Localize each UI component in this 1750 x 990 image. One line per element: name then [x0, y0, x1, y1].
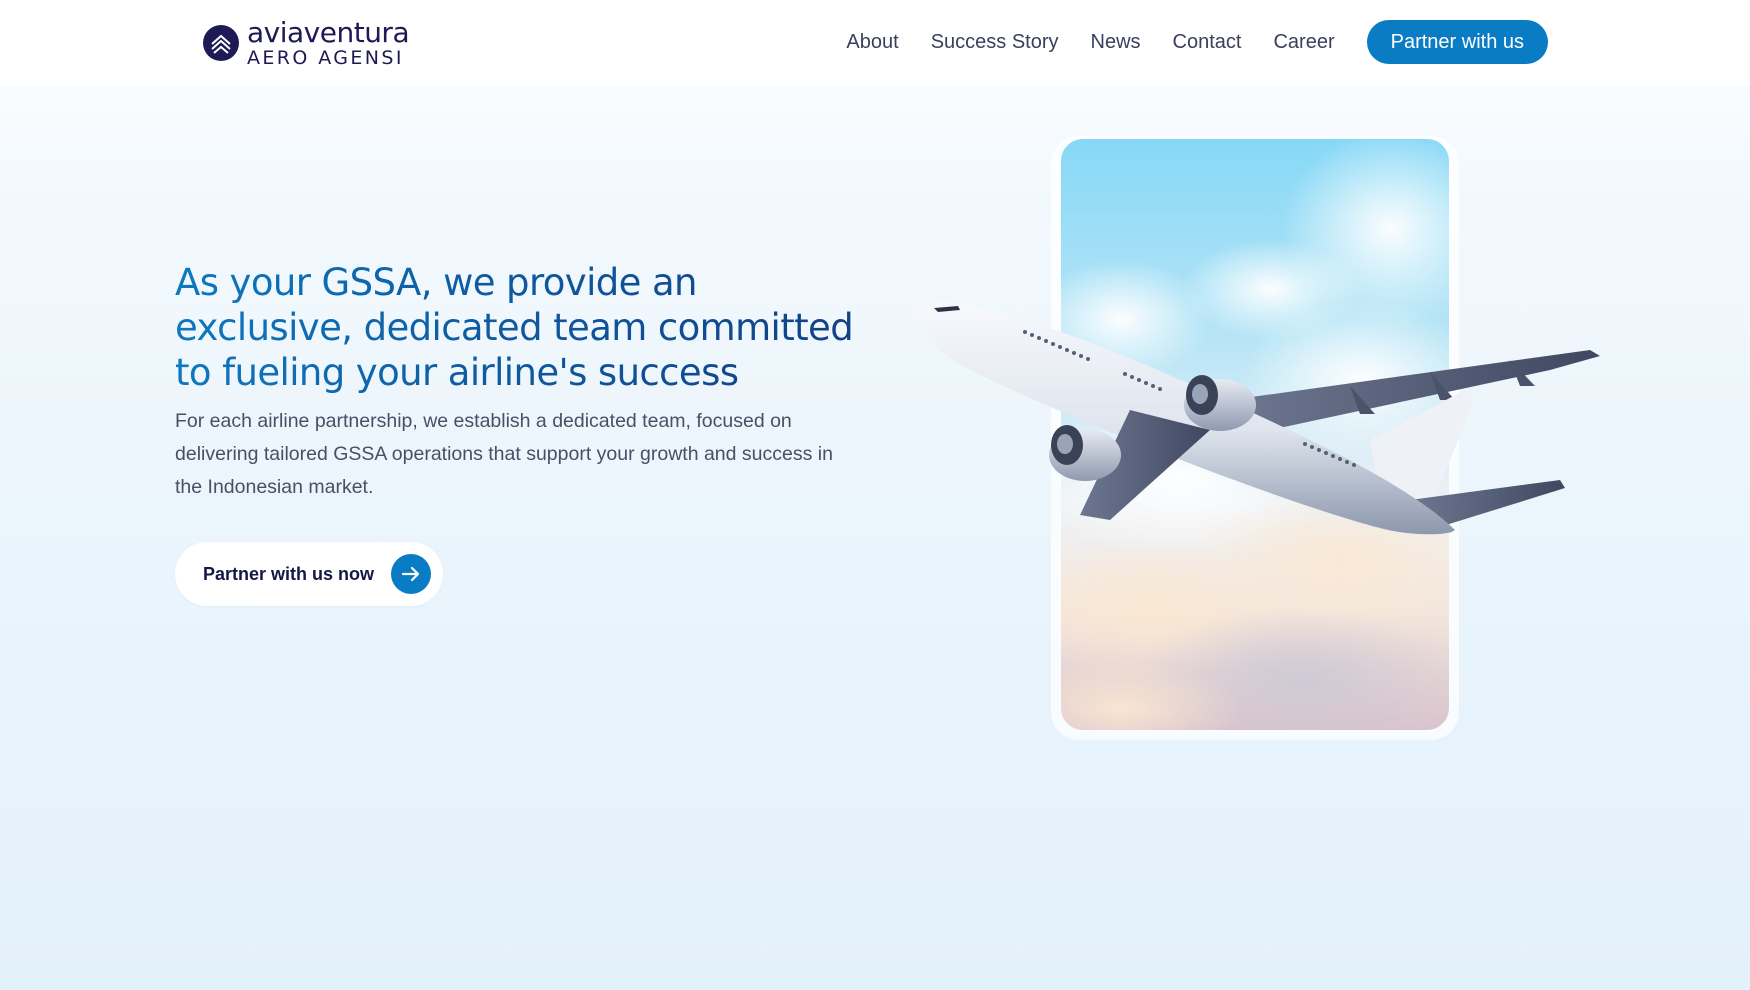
hero-cta-label: Partner with us now	[203, 563, 375, 584]
hero-description: For each airline partnership, we establi…	[175, 410, 833, 498]
partner-with-us-now-button[interactable]: Partner with us now	[175, 542, 443, 606]
airplane-illustration	[914, 301, 1600, 535]
main-nav: About Success Story News Contact Career …	[846, 20, 1548, 64]
nav-news[interactable]: News	[1091, 31, 1141, 54]
chevron-up-logo-icon	[203, 25, 239, 61]
site-header: aviaventura AERO AGENSI About Success St…	[0, 0, 1750, 86]
partner-with-us-button[interactable]: Partner with us	[1366, 20, 1548, 64]
brand-name: aviaventura	[247, 15, 410, 49]
nav-contact[interactable]: Contact	[1173, 31, 1242, 54]
hero-title: As your GSSA, we provide an exclusive, d…	[175, 260, 875, 395]
nav-career[interactable]: Career	[1273, 31, 1334, 54]
arrow-right-icon	[391, 554, 431, 594]
nav-about[interactable]: About	[846, 31, 898, 54]
brand-logo[interactable]: aviaventura AERO AGENSI	[203, 15, 410, 69]
brand-text: aviaventura AERO AGENSI	[247, 15, 410, 69]
brand-subname: AERO AGENSI	[247, 46, 404, 69]
nav-success-story[interactable]: Success Story	[931, 31, 1059, 54]
